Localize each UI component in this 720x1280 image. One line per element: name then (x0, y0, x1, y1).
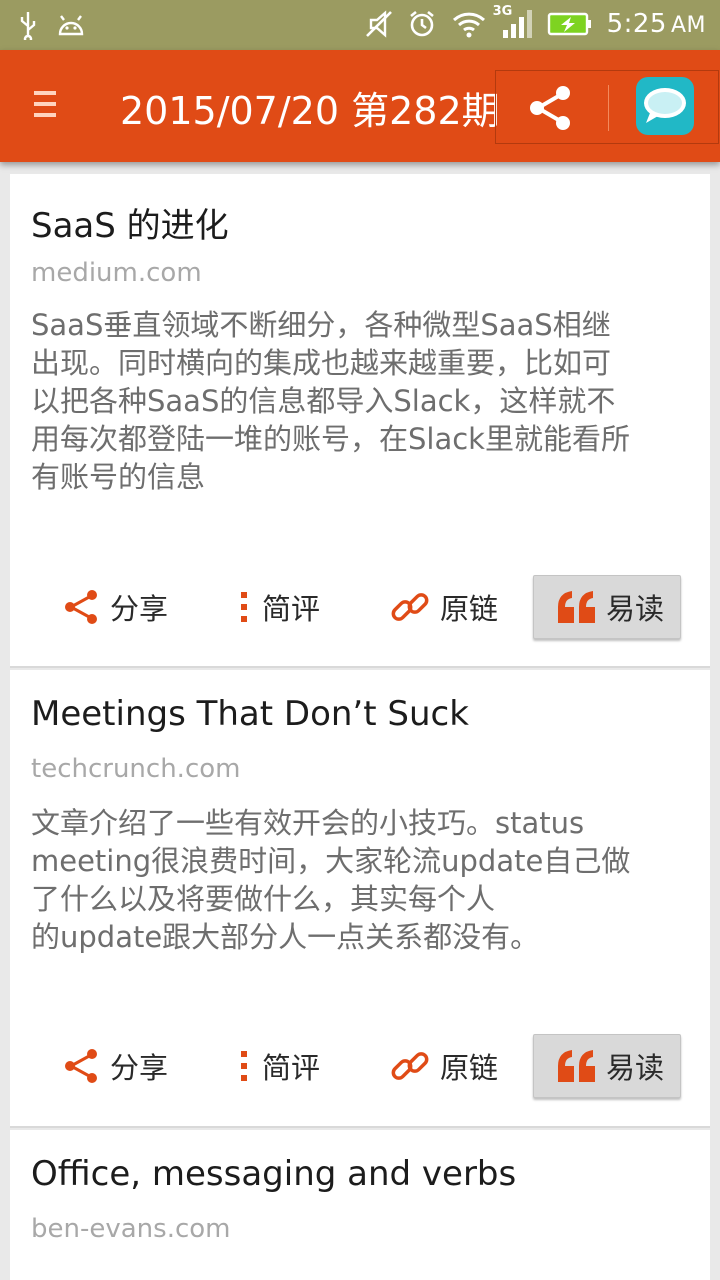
summary-line: 的update跟大部分人一点关系都没有。 (31, 920, 540, 954)
signal-icon: 3G (493, 4, 533, 40)
article-source: medium.com (31, 258, 202, 288)
link-label: 原链 (440, 592, 499, 626)
battery-charging-icon (547, 10, 593, 38)
summary-line: 出现。同时横向的集成也越来越重要，比如可 (31, 346, 612, 380)
article-card[interactable]: Meetings That Don’t Suck techcrunch.com … (10, 670, 710, 1128)
article-source: ben-evans.com (31, 1214, 231, 1244)
comment-button[interactable]: 简评 (234, 1034, 320, 1098)
toolbar-actions (495, 70, 719, 144)
issue-title: 2015/07/20 第282期 (120, 89, 500, 133)
clock-ampm: AM (670, 13, 706, 38)
usb-icon (18, 10, 38, 40)
hamburger-icon[interactable] (34, 86, 64, 126)
original-link-button[interactable]: 原链 (388, 575, 498, 639)
article-card[interactable]: SaaS 的进化 medium.com SaaS垂直领域不断细分，各种微型Saa… (10, 174, 710, 668)
article-title[interactable]: Office, messaging and verbs (31, 1154, 516, 1194)
summary-line: meeting很浪费时间，大家轮流update自己做 (31, 844, 631, 878)
alarm-icon (407, 9, 437, 39)
article-title[interactable]: Meetings That Don’t Suck (31, 694, 469, 734)
share-label: 分享 (110, 592, 169, 626)
clock: 5:25 AM (607, 9, 706, 39)
status-bar: 3G 5:25 AM (0, 0, 720, 50)
article-source: techcrunch.com (31, 754, 241, 784)
app-toolbar: 2015/07/20 第282期 (0, 50, 720, 162)
link-icon (391, 1052, 429, 1080)
android-icon (56, 10, 86, 40)
comment-button[interactable]: 简评 (234, 575, 320, 639)
chat-bubble-icon[interactable] (636, 77, 694, 135)
article-summary: 文章介绍了一些有效开会的小技巧。status meeting很浪费时间，大家轮流… (31, 804, 691, 956)
summary-line: SaaS垂直领域不断细分，各种微型SaaS相继 (31, 308, 611, 342)
share-button[interactable]: 分享 (62, 575, 168, 639)
easy-read-button[interactable]: 易读 (533, 1034, 681, 1098)
mute-icon (365, 8, 393, 40)
summary-line: 以把各种SaaS的信息都导入Slack，这样就不 (31, 384, 616, 418)
comment-label: 简评 (262, 592, 321, 626)
comment-label: 简评 (262, 1051, 321, 1085)
easy-read-button[interactable]: 易读 (533, 575, 681, 639)
share-icon[interactable] (524, 81, 578, 135)
clock-time: 5:25 (606, 9, 667, 39)
toolbar-divider (608, 85, 609, 131)
link-label: 原链 (440, 1051, 499, 1085)
share-label: 分享 (110, 1051, 169, 1085)
network-type-label: 3G (492, 4, 513, 19)
summary-line: 文章介绍了一些有效开会的小技巧。status (31, 806, 585, 840)
share-button[interactable]: 分享 (62, 1034, 168, 1098)
link-icon (391, 593, 429, 621)
quote-icon (558, 1050, 595, 1082)
article-card[interactable]: Office, messaging and verbs ben-evans.co… (10, 1130, 710, 1280)
share-icon (65, 590, 97, 624)
more-vertical-icon (241, 592, 247, 622)
share-icon (65, 1049, 97, 1083)
summary-line: 有账号的信息 (31, 460, 206, 494)
more-vertical-icon (241, 1051, 247, 1081)
wifi-icon (451, 9, 487, 39)
read-label: 易读 (606, 592, 665, 626)
summary-line: 了什么以及将要做什么，其实每个人 (31, 882, 496, 916)
article-title[interactable]: SaaS 的进化 (31, 198, 229, 247)
article-summary: SaaS垂直领域不断细分，各种微型SaaS相继 出现。同时横向的集成也越来越重要… (31, 306, 691, 496)
read-label: 易读 (606, 1051, 665, 1085)
article-actions: 分享 简评 原链 易读 (10, 1034, 710, 1098)
article-actions: 分享 简评 原链 易读 (10, 575, 710, 639)
original-link-button[interactable]: 原链 (388, 1034, 498, 1098)
quote-icon (558, 591, 595, 623)
summary-line: 用每次都登陆一堆的账号，在Slack里就能看所 (31, 422, 630, 456)
